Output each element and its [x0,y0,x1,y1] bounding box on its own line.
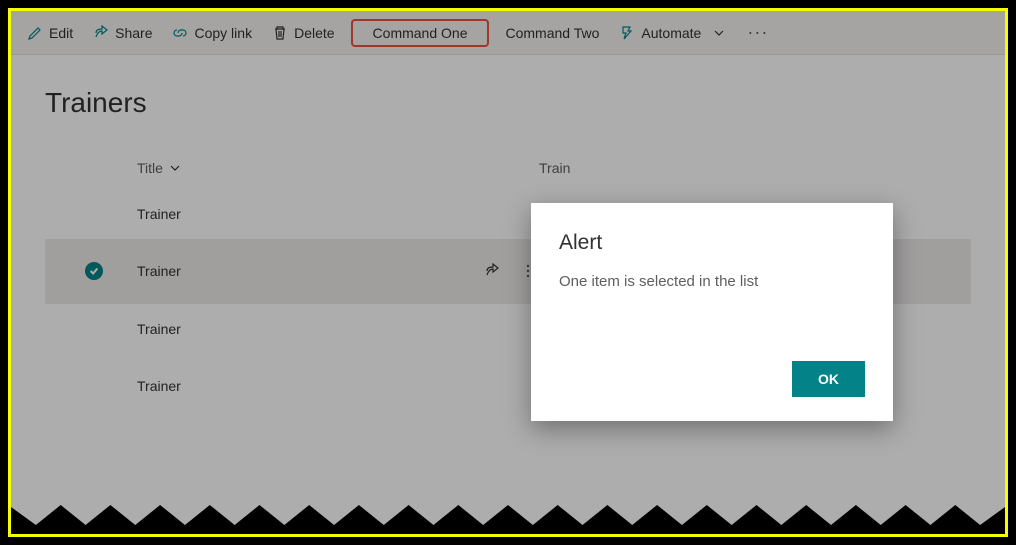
link-icon [172,25,188,41]
cell-title: Trainer [137,206,467,222]
column-name-label: Train [539,160,570,176]
edit-button[interactable]: Edit [17,19,83,47]
chevron-down-icon [711,25,727,41]
dialog-actions: OK [559,361,865,397]
column-header-title[interactable]: Title [137,160,467,176]
column-title-label: Title [137,160,163,176]
command-two-button[interactable]: Command Two [495,19,609,47]
cell-title: Trainer [137,378,467,394]
copy-link-label: Copy link [194,25,252,41]
list-header: Title Train [45,147,971,189]
page-title: Trainers [45,87,971,119]
cell-title: Trainer [137,263,467,279]
more-icon: ··· [747,22,768,43]
more-button[interactable]: ··· [737,16,778,49]
cell-title: Trainer [137,321,467,337]
command-two-label: Command Two [505,25,599,41]
automate-icon [619,25,635,41]
delete-label: Delete [294,25,334,41]
row-share-button[interactable] [467,263,517,279]
alert-dialog: Alert One item is selected in the list O… [531,203,893,421]
share-label: Share [115,25,152,41]
automate-button[interactable]: Automate [609,19,737,47]
share-icon [93,25,109,41]
chevron-down-icon [167,160,183,176]
delete-icon [272,25,288,41]
command-one-label: Command One [373,25,468,41]
column-header-name[interactable]: Train [539,160,971,176]
ok-button[interactable]: OK [792,361,865,397]
command-bar: Edit Share Copy link Delete Command One … [11,11,1005,55]
share-button[interactable]: Share [83,19,162,47]
copy-link-button[interactable]: Copy link [162,19,262,47]
automate-label: Automate [641,25,701,41]
dialog-message: One item is selected in the list [559,273,865,361]
edit-label: Edit [49,25,73,41]
torn-edge-decoration [11,487,1005,535]
row-selected-check-icon[interactable] [85,262,103,280]
dialog-title: Alert [559,231,865,255]
command-one-button[interactable]: Command One [351,19,490,47]
app-frame: Edit Share Copy link Delete Command One … [8,8,1008,537]
delete-button[interactable]: Delete [262,19,344,47]
edit-icon [27,25,43,41]
